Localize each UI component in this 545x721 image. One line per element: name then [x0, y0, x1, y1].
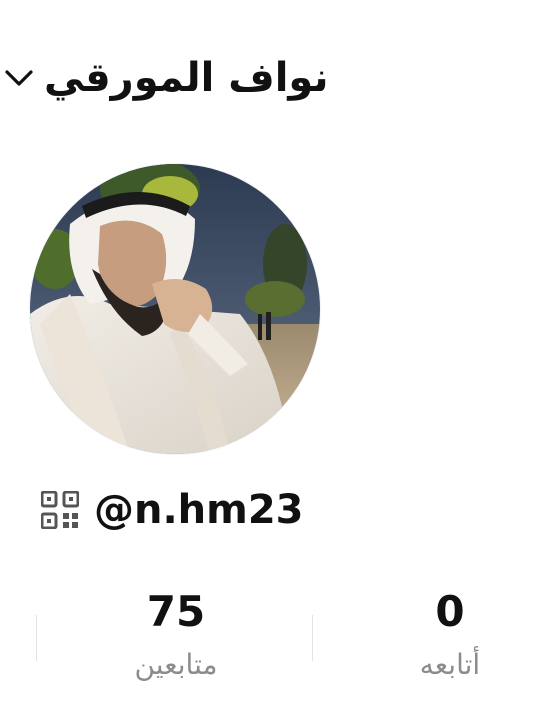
- avatar[interactable]: [30, 164, 320, 454]
- followers-label: متابعين: [134, 648, 218, 681]
- following-count: 0: [435, 587, 465, 636]
- qr-code-icon[interactable]: [40, 490, 80, 530]
- account-name-switcher[interactable]: نواف المورقي: [44, 58, 329, 98]
- following-label: أتابعه: [419, 648, 481, 681]
- divider: [36, 615, 37, 661]
- profile-header: نواف المورقي: [0, 48, 330, 108]
- followers-count: 75: [146, 587, 206, 636]
- profile-stats: 75 متابعين 0 أتابعه: [36, 585, 545, 683]
- handle-row: @n.hm23: [40, 485, 304, 535]
- avatar-photo: [30, 164, 320, 454]
- following-stat[interactable]: 0 أتابعه: [380, 585, 520, 683]
- username-handle: @n.hm23: [94, 487, 304, 533]
- divider: [312, 615, 313, 661]
- followers-stat[interactable]: 75 متابعين: [106, 585, 246, 683]
- chevron-down-icon[interactable]: [2, 61, 36, 95]
